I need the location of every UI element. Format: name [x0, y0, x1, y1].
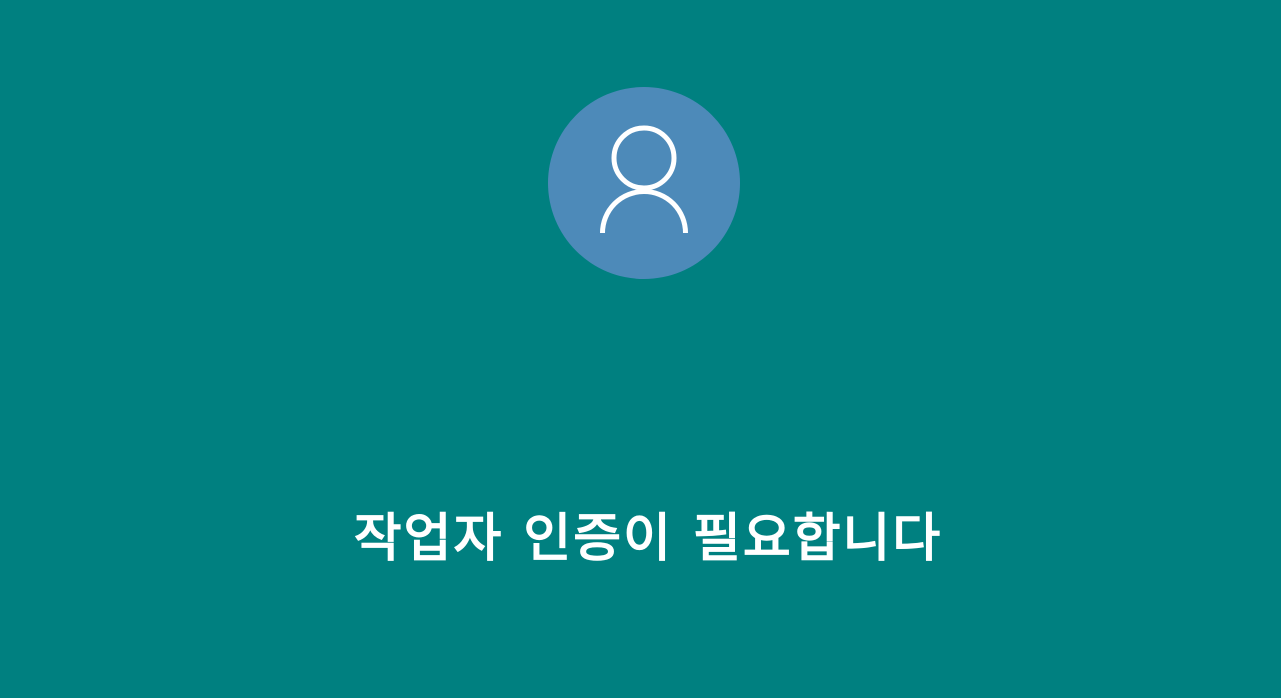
user-avatar [548, 87, 740, 279]
authentication-required-message: 작업자 인증이 필요합니다 [353, 509, 943, 569]
user-icon [548, 87, 740, 279]
lock-screen: 작업자 인증이 필요합니다 [0, 0, 1281, 698]
